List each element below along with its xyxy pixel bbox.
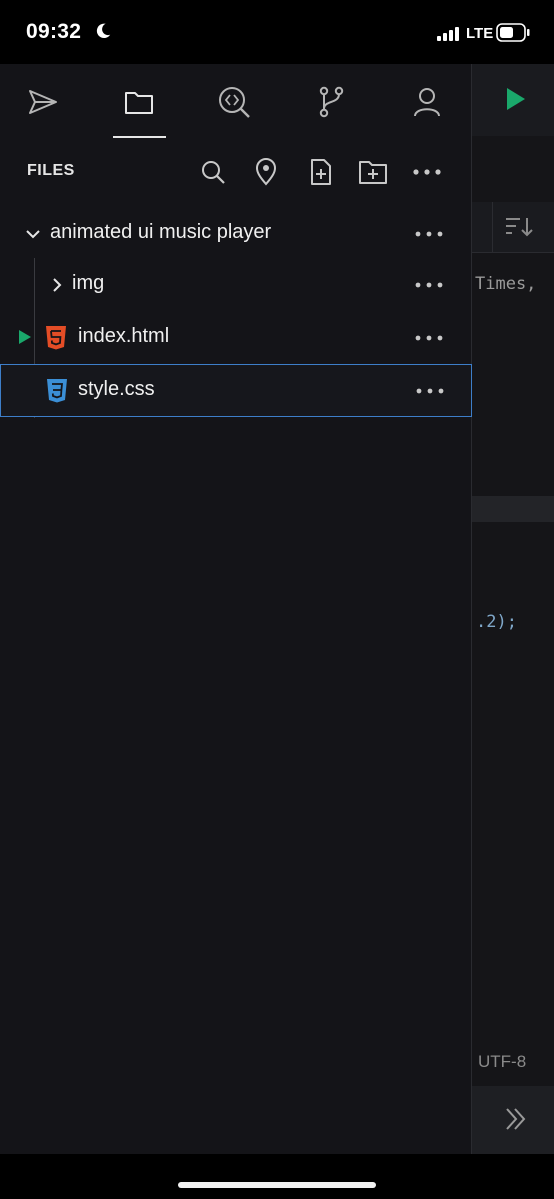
tree-item-index-html[interactable]: index.html <box>0 312 472 364</box>
editor-bottom-bar <box>472 1086 554 1154</box>
send-icon <box>29 90 57 114</box>
tree-item-img[interactable]: img <box>0 259 472 311</box>
files-header: FILES <box>0 150 472 194</box>
folder-icon <box>125 92 153 114</box>
encoding-label[interactable]: UTF-8 <box>478 1052 526 1072</box>
chevron-right-icon[interactable] <box>49 277 65 293</box>
file-sidebar: FILES animated ui music player img index… <box>0 64 472 1154</box>
more-icon[interactable] <box>414 281 444 289</box>
active-tab-indicator <box>113 136 166 138</box>
divider <box>492 202 493 252</box>
run-icon[interactable] <box>502 86 528 112</box>
new-folder-button[interactable] <box>357 156 389 188</box>
file-label: style.css <box>78 378 155 400</box>
running-indicator-icon <box>19 330 31 344</box>
code-search-icon <box>219 87 250 118</box>
code-editor[interactable]: Times, .2); UTF-8 <box>472 64 554 1154</box>
more-options-button[interactable] <box>411 156 443 188</box>
battery-icon <box>496 23 530 42</box>
code-line: Times, <box>475 274 537 294</box>
more-icon <box>413 169 441 175</box>
tab-account[interactable] <box>401 78 453 126</box>
editor-subbar <box>472 202 554 253</box>
search-icon <box>202 161 225 184</box>
css3-icon <box>47 379 67 403</box>
user-icon <box>414 88 440 117</box>
more-icon[interactable] <box>415 387 445 395</box>
tab-git[interactable] <box>305 78 357 126</box>
location-pin-icon <box>255 158 277 186</box>
new-file-icon <box>311 159 331 185</box>
file-label: index.html <box>78 325 170 347</box>
home-bar <box>0 1154 554 1199</box>
new-folder-icon <box>359 161 387 184</box>
current-line-highlight <box>472 496 554 522</box>
chevron-down-icon[interactable] <box>25 226 41 242</box>
sort-icon[interactable] <box>504 215 534 239</box>
files-title: FILES <box>27 162 75 179</box>
editor-toolbar <box>472 64 554 136</box>
more-icon[interactable] <box>414 230 444 238</box>
signal-icon <box>437 27 459 41</box>
folder-label: animated ui music player <box>50 221 272 243</box>
file-label: img <box>72 272 105 294</box>
moon-icon <box>96 23 111 39</box>
more-icon[interactable] <box>414 334 444 342</box>
tree-item-style-css[interactable]: style.css <box>0 364 472 417</box>
html5-icon <box>46 326 66 350</box>
locate-file-button[interactable] <box>250 156 282 188</box>
new-file-button[interactable] <box>305 156 337 188</box>
git-branch-icon <box>319 86 344 118</box>
sidebar-tabbar <box>0 64 472 138</box>
tree-folder-root[interactable]: animated ui music player <box>0 208 472 260</box>
double-chevron-right-icon[interactable] <box>504 1106 528 1132</box>
home-indicator[interactable] <box>178 1182 376 1188</box>
tab-send[interactable] <box>17 78 69 126</box>
code-line: .2); <box>476 612 517 632</box>
search-files-button[interactable] <box>197 156 229 188</box>
tab-files[interactable] <box>113 78 165 126</box>
tab-code-search[interactable] <box>208 78 260 126</box>
status-time: 09:32 <box>26 20 82 43</box>
status-bar: 09:32 LTE <box>0 0 554 64</box>
network-label: LTE <box>466 25 494 42</box>
